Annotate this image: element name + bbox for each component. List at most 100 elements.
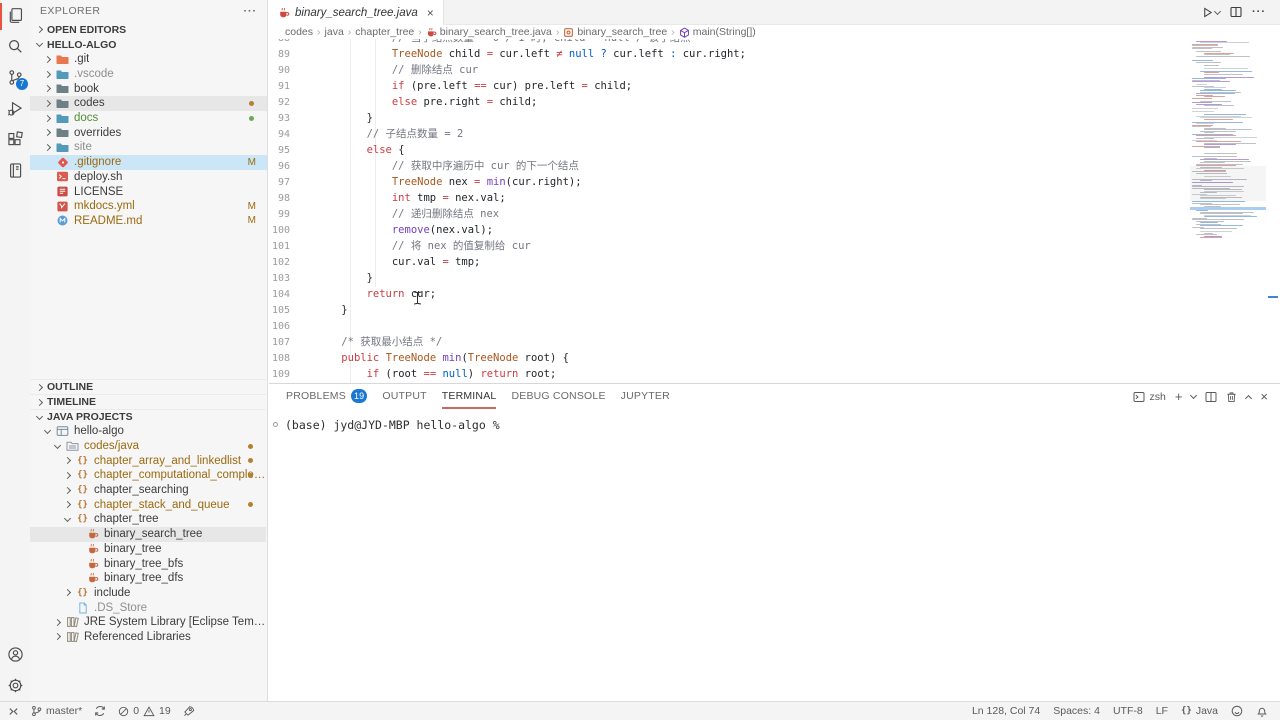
tree-row[interactable]: .DS_Store [30, 600, 266, 615]
tree-row[interactable]: {}chapter_computational_complexity [30, 468, 266, 483]
breadcrumb[interactable]: codes›java›chapter_tree›binary_search_tr… [269, 25, 1280, 39]
code-line[interactable]: 96 // 获取中序遍历中 cur 的下一个结点 [269, 158, 1188, 174]
code-editor[interactable]: 88 // 当子结点数量 = 0 / 1 时, child = null / 该… [269, 39, 1280, 383]
breadcrumb-item[interactable]: chapter_tree [355, 26, 414, 38]
code-line[interactable]: 99 // 递归删除结点 nex [269, 206, 1188, 222]
code-line[interactable]: 108 public TreeNode min(TreeNode root) { [269, 350, 1188, 366]
panel-tab-problems[interactable]: PROBLEMS19 [286, 384, 367, 409]
file-row[interactable]: mkdocs.ymlM [30, 199, 267, 214]
tree-row[interactable]: hello-algo [30, 424, 266, 439]
kill-terminal-icon[interactable] [1226, 391, 1237, 403]
editor-more-actions-icon[interactable]: ··· [1252, 6, 1266, 18]
panel-tab-jupyter[interactable]: JUPYTER [621, 384, 670, 409]
file-row[interactable]: LICENSE [30, 184, 267, 199]
file-row[interactable]: codes [30, 96, 267, 111]
maximize-panel-icon[interactable] [1245, 394, 1252, 401]
code-line[interactable]: 95 else { [269, 142, 1188, 158]
eol-status[interactable]: LF [1156, 705, 1168, 717]
code-line[interactable]: 91 if (pre.left == cur) pre.left = child… [269, 78, 1188, 94]
activity-notebook-button[interactable] [0, 155, 30, 186]
code-line[interactable]: 98 int tmp = nex.val; [269, 190, 1188, 206]
new-terminal-button[interactable]: + [1175, 389, 1183, 404]
tree-row[interactable]: binary_tree [30, 542, 266, 557]
code-line[interactable]: 106 [269, 318, 1188, 334]
code-line[interactable]: 109 if (root == null) return root; [269, 366, 1188, 382]
open-editors-section[interactable]: OPEN EDITORS [30, 22, 267, 37]
breadcrumb-item[interactable]: main(String[]) [679, 26, 756, 38]
project-root-section[interactable]: HELLO-ALGO [30, 37, 267, 52]
code-line[interactable]: 93 } [269, 110, 1188, 126]
code-line[interactable]: 100 remove(nex.val); [269, 222, 1188, 238]
tree-row[interactable]: {}chapter_tree [30, 512, 266, 527]
breadcrumb-item[interactable]: java [325, 26, 344, 38]
file-row[interactable]: book [30, 81, 267, 96]
cursor-position-status[interactable]: Ln 128, Col 74 [972, 705, 1040, 717]
panel-tab-debug-console[interactable]: DEBUG CONSOLE [511, 384, 605, 409]
remote-indicator[interactable] [8, 706, 19, 717]
breadcrumb-item[interactable]: binary_search_tree [563, 26, 667, 38]
timeline-section[interactable]: TIMELINE [30, 394, 266, 409]
code-line[interactable]: 94 // 子结点数量 = 2 [269, 126, 1188, 142]
run-task-status[interactable] [183, 705, 195, 717]
code-line[interactable]: 101 // 将 nex 的值复制给 cur [269, 238, 1188, 254]
language-mode-status[interactable]: {} Java [1181, 705, 1218, 717]
accounts-button[interactable] [0, 639, 30, 670]
code-line[interactable]: 90 // 删除结点 cur [269, 62, 1188, 78]
code-line[interactable]: 104 return cur; [269, 286, 1188, 302]
tree-row[interactable]: binary_search_tree [30, 527, 266, 542]
activity-run-debug-button[interactable] [0, 93, 30, 124]
close-icon[interactable]: × [427, 6, 434, 20]
chevron-down-icon[interactable] [1190, 392, 1197, 399]
settings-button[interactable] [0, 670, 30, 701]
tree-row[interactable]: JRE System Library [Eclipse Temurin 17 [… [30, 615, 266, 630]
file-row[interactable]: README.mdM [30, 214, 267, 229]
git-branch-status[interactable]: master* [31, 705, 82, 717]
activity-extensions-button[interactable] [0, 124, 30, 155]
notifications-button[interactable] [1256, 705, 1268, 717]
close-panel-icon[interactable]: × [1260, 389, 1268, 404]
problems-status[interactable]: 0 19 [118, 705, 171, 717]
tree-row[interactable]: binary_tree_dfs [30, 571, 266, 586]
tree-row[interactable]: {}chapter_array_and_linkedlist [30, 453, 266, 468]
tab-binary-search-tree[interactable]: binary_search_tree.java × [269, 0, 444, 25]
tree-row[interactable]: Referenced Libraries [30, 630, 266, 645]
split-editor-button[interactable] [1230, 6, 1242, 18]
file-row[interactable]: .gitignoreM [30, 155, 267, 170]
minimap-slider[interactable] [1190, 166, 1266, 201]
outline-section[interactable]: OUTLINE [30, 379, 266, 394]
code-line[interactable]: 102 cur.val = tmp; [269, 254, 1188, 270]
file-row[interactable]: docs [30, 111, 267, 126]
tree-row[interactable]: {}chapter_stack_and_queue [30, 497, 266, 512]
file-row[interactable]: deploy.sh [30, 170, 267, 185]
breadcrumb-item[interactable]: codes [285, 26, 313, 38]
code-line[interactable]: 89 TreeNode child = cur.left ≠ null ? cu… [269, 46, 1188, 62]
file-row[interactable]: .vscode [30, 67, 267, 82]
code-line[interactable]: 107 /* 获取最小结点 */ [269, 334, 1188, 350]
file-row[interactable]: overrides [30, 125, 267, 140]
code-line[interactable]: 88 // 当子结点数量 = 0 / 1 时, child = null / 该… [269, 39, 1188, 46]
tree-row[interactable]: codes/java [30, 439, 266, 454]
panel-tab-terminal[interactable]: TERMINAL [442, 384, 497, 409]
split-terminal-button[interactable] [1205, 391, 1217, 403]
terminal[interactable]: (base) jyd@JYD-MBP hello-algo % [269, 409, 1280, 432]
overview-ruler[interactable] [1266, 39, 1280, 383]
breadcrumb-item[interactable]: binary_search_tree.java [426, 26, 552, 38]
code-line[interactable]: 103 } [269, 270, 1188, 286]
feedback-button[interactable] [1231, 705, 1243, 717]
sync-changes-button[interactable] [94, 705, 106, 717]
run-button[interactable] [1202, 7, 1220, 18]
code-line[interactable]: 92 else pre.right = child; [269, 94, 1188, 110]
panel-tab-output[interactable]: OUTPUT [382, 384, 426, 409]
tree-row[interactable]: binary_tree_bfs [30, 556, 266, 571]
file-row[interactable]: .git [30, 52, 267, 67]
encoding-status[interactable]: UTF-8 [1113, 705, 1143, 717]
code-line[interactable]: 105 } [269, 302, 1188, 318]
code-line[interactable]: 97 TreeNode nex = min(cur.right); [269, 174, 1188, 190]
indentation-status[interactable]: Spaces: 4 [1053, 705, 1100, 717]
activity-search-button[interactable] [0, 31, 30, 62]
launch-profile-button[interactable]: zsh [1133, 391, 1165, 403]
more-actions-icon[interactable]: ··· [244, 5, 258, 17]
java-projects-section[interactable]: JAVA PROJECTS [30, 409, 266, 424]
activity-explorer-button[interactable] [0, 0, 30, 31]
activity-source-control-button[interactable]: 7 [0, 62, 30, 93]
